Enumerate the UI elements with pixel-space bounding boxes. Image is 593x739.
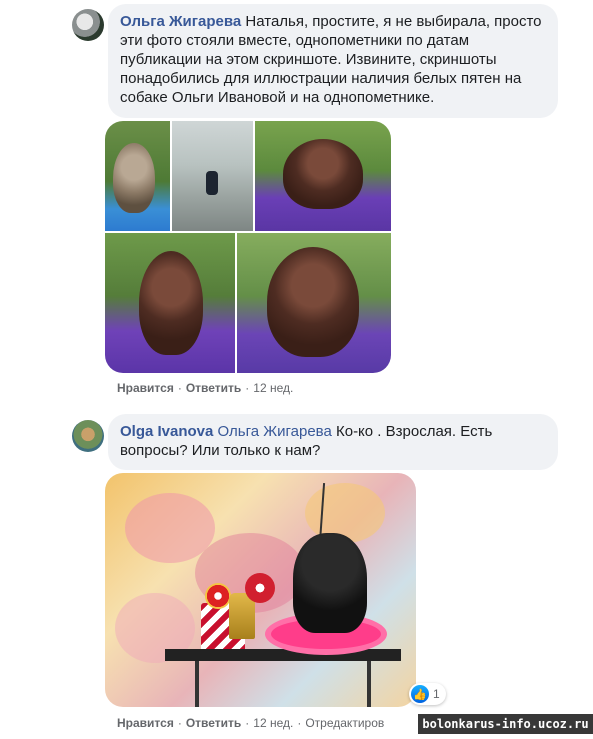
comment-author[interactable]: Olga Ivanova: [120, 423, 213, 440]
dog-image: [206, 171, 218, 195]
table-leg: [367, 661, 371, 707]
comment-author[interactable]: Ольга Жигарева: [120, 13, 241, 30]
grooming-table: [165, 649, 401, 661]
separator: ·: [245, 381, 250, 395]
mention-link[interactable]: Ольга Жигарева: [218, 423, 332, 440]
edited-label[interactable]: Отредактиров: [305, 716, 384, 730]
gallery-photo-2[interactable]: [172, 121, 253, 231]
timestamp[interactable]: 12 нед.: [253, 716, 293, 730]
reply-link[interactable]: Ответить: [186, 716, 241, 730]
dog-image: [267, 247, 359, 357]
avatar-olga-zhigareva[interactable]: [72, 9, 104, 41]
rosette-image: [205, 583, 231, 609]
dog-image: [139, 251, 203, 355]
rosette-image: [245, 573, 275, 603]
black-dog-image: [293, 533, 367, 633]
like-link[interactable]: Нравится: [117, 716, 174, 730]
comment-actions: Нравится · Ответить · 12 нед. · Отредактиров: [117, 716, 384, 730]
separator: ·: [177, 381, 182, 395]
gallery-photo-5[interactable]: [237, 233, 391, 373]
dog-image: [113, 143, 155, 213]
thumbs-up-icon: 👍: [411, 685, 429, 703]
dog-image: [283, 139, 363, 209]
comment-photo[interactable]: [105, 473, 416, 707]
separator: ·: [297, 716, 302, 730]
reaction-summary[interactable]: 👍 1: [409, 683, 446, 705]
gallery-photo-4[interactable]: [105, 233, 235, 373]
photo-gallery[interactable]: [105, 121, 391, 373]
reply-link[interactable]: Ответить: [186, 381, 241, 395]
comment-actions: Нравится · Ответить · 12 нед.: [117, 381, 293, 395]
separator: ·: [177, 716, 182, 730]
gallery-photo-1[interactable]: [105, 121, 170, 231]
timestamp[interactable]: 12 нед.: [253, 381, 293, 395]
avatar-olga-ivanova[interactable]: [72, 420, 104, 452]
reaction-count: 1: [433, 687, 440, 701]
comment-bubble: Ольга Жигарева Наталья, простите, я не в…: [108, 4, 558, 118]
separator: ·: [245, 716, 250, 730]
watermark: bolonkarus-info.ucoz.ru: [418, 714, 593, 734]
table-leg: [195, 661, 199, 707]
gallery-photo-3[interactable]: [255, 121, 391, 231]
comment-bubble: Olga Ivanova Ольга Жигарева Ко-ко . Взро…: [108, 414, 558, 470]
like-link[interactable]: Нравится: [117, 381, 174, 395]
